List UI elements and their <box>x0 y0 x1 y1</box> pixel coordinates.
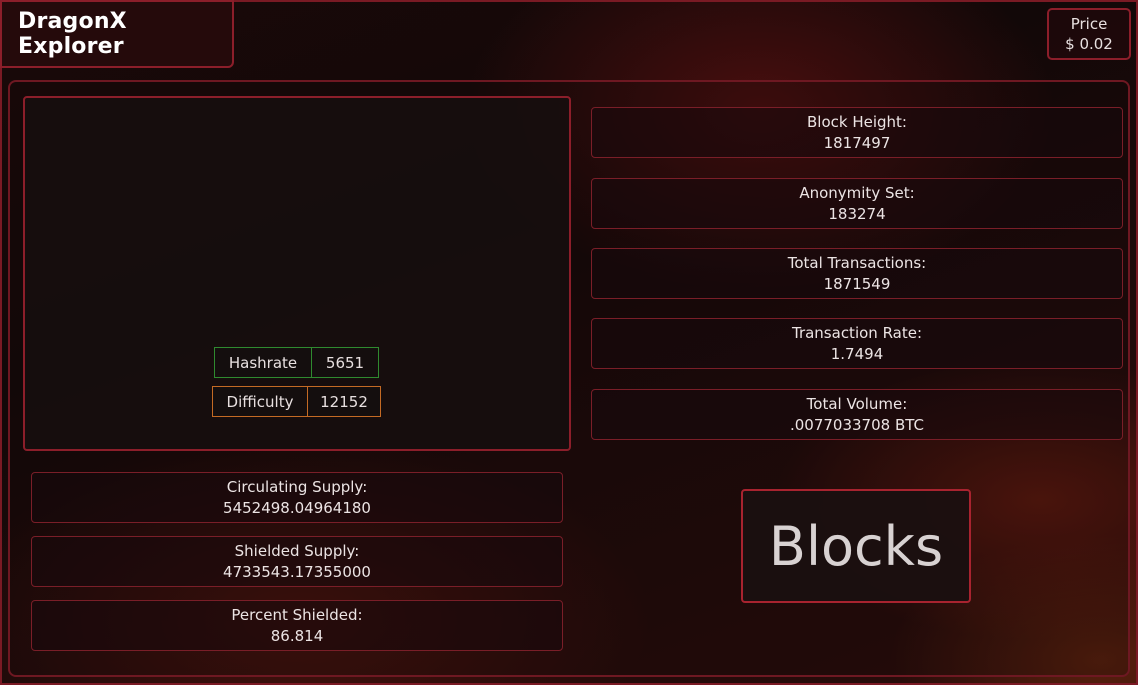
percent-shielded-label: Percent Shielded: <box>231 605 363 624</box>
transaction-rate-card: Transaction Rate: 1.7494 <box>591 318 1123 369</box>
shielded-supply-card: Shielded Supply: 4733543.17355000 <box>31 536 563 587</box>
circulating-supply-value: 5452498.04964180 <box>223 498 371 517</box>
total-transactions-value: 1871549 <box>823 274 891 293</box>
percent-shielded-value: 86.814 <box>270 626 324 645</box>
block-height-value: 1817497 <box>823 133 891 152</box>
total-volume-card: Total Volume: .0077033708 BTC <box>591 389 1123 440</box>
percent-shielded-card: Percent Shielded: 86.814 <box>31 600 563 651</box>
shielded-supply-value: 4733543.17355000 <box>223 562 371 581</box>
circulating-supply-label: Circulating Supply: <box>226 477 368 496</box>
site-title[interactable]: DragonX Explorer <box>0 0 234 68</box>
price-widget: Price $ 0.02 <box>1047 8 1131 60</box>
blocks-button-label: Blocks <box>768 514 944 578</box>
block-height-card: Block Height: 1817497 <box>591 107 1123 158</box>
total-volume-label: Total Volume: <box>806 394 908 413</box>
total-transactions-card: Total Transactions: 1871549 <box>591 248 1123 299</box>
site-title-text: DragonX Explorer <box>18 9 127 59</box>
price-label: Price <box>1070 15 1108 33</box>
anonymity-set-value: 183274 <box>828 204 886 223</box>
block-height-label: Block Height: <box>807 112 907 131</box>
price-value: $ 0.02 <box>1065 35 1113 53</box>
hashrate-label: Hashrate <box>215 348 312 377</box>
total-transactions-label: Total Transactions: <box>787 253 927 272</box>
difficulty-label: Difficulty <box>213 387 308 416</box>
anonymity-set-card: Anonymity Set: 183274 <box>591 178 1123 229</box>
transaction-rate-value: 1.7494 <box>830 344 884 363</box>
difficulty-value: 12152 <box>320 392 368 411</box>
circulating-supply-card: Circulating Supply: 5452498.04964180 <box>31 472 563 523</box>
hashrate-indicator: Hashrate 5651 <box>214 347 379 378</box>
hashrate-value: 5651 <box>325 353 365 372</box>
total-volume-value: .0077033708 BTC <box>789 415 925 434</box>
transaction-rate-label: Transaction Rate: <box>791 323 923 342</box>
shielded-supply-label: Shielded Supply: <box>234 541 360 560</box>
anonymity-set-label: Anonymity Set: <box>799 183 915 202</box>
blocks-button[interactable]: Blocks <box>741 489 971 603</box>
difficulty-indicator: Difficulty 12152 <box>212 386 381 417</box>
